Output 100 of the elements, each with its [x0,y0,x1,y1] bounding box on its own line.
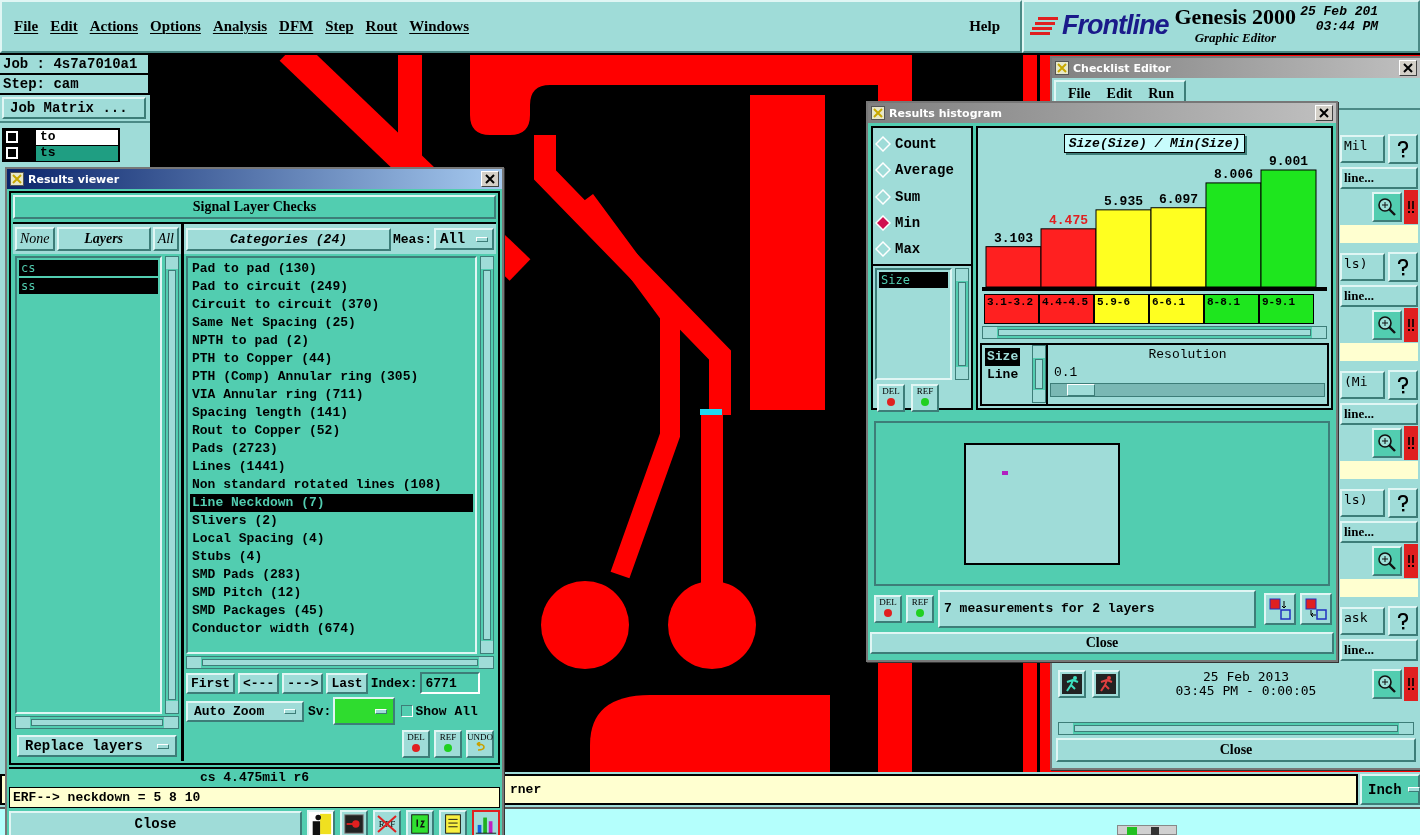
zoom-dropdown[interactable]: Auto Zoom [186,700,304,722]
replace-layers-dropdown[interactable]: Replace layers [17,735,177,757]
all-button[interactable]: All [152,227,179,251]
menu-item[interactable]: File [1068,86,1091,102]
category-item[interactable]: PTH (Comp) Annular ring (305) [190,368,473,386]
layer-item[interactable]: ts [36,145,118,161]
menu-item[interactable]: Rout [363,18,408,35]
line-button[interactable]: line... [1340,403,1418,425]
nav-button[interactable]: <--- [238,672,280,694]
category-item[interactable]: PTH to Copper (44) [190,350,473,368]
category-item[interactable]: Pad to circuit (249) [190,278,473,296]
menu-item[interactable]: Run [1148,86,1174,102]
histogram-bar[interactable] [1205,182,1262,288]
close-button[interactable] [1399,60,1417,76]
category-item[interactable]: VIA Annular ring (711) [190,386,473,404]
show-all-checkbox[interactable]: Show All [401,703,478,719]
category-item[interactable]: Line Neckdown (7) [190,494,473,512]
category-item[interactable]: Same Net Spacing (25) [190,314,473,332]
zoom-button[interactable] [1372,546,1402,576]
nav-button[interactable]: Last [326,672,368,694]
reference-button[interactable]: REF [911,384,939,412]
category-item[interactable]: Lines (1441) [190,458,473,476]
menu-item[interactable]: Windows [407,18,479,35]
severity-dropdown[interactable] [333,697,396,725]
menu-item[interactable]: Edit [48,18,88,35]
menu-item[interactable]: Analysis [210,18,278,35]
menu-item[interactable]: DFM [277,18,324,35]
slider-thumb[interactable] [1067,383,1096,396]
delete-button[interactable]: DEL [877,384,905,412]
undo-button[interactable]: UNDO [466,730,494,758]
category-item[interactable]: Pad to pad (130) [190,260,473,278]
category-item[interactable]: SMD Pads (283) [190,566,473,584]
delete-button[interactable]: DEL [402,730,430,758]
help-button[interactable] [1388,134,1418,164]
field-item[interactable]: Size [985,347,1021,366]
run-button[interactable] [1092,670,1120,698]
menu-item[interactable]: Step [323,18,364,35]
category-item[interactable]: Stubs (4) [190,548,473,566]
zoom-button[interactable] [1372,310,1402,340]
menu-item[interactable]: File [12,18,49,35]
line-button[interactable]: line... [1340,521,1418,543]
layer-item[interactable]: to [36,129,118,145]
job-matrix-button[interactable]: Job Matrix ... [2,97,146,119]
layer-item[interactable]: ss [19,278,158,294]
histogram-bar[interactable] [1095,209,1152,288]
histogram-bar[interactable] [1260,169,1317,288]
category-item[interactable]: Slivers (2) [190,512,473,530]
histogram-bar[interactable] [1150,207,1207,288]
close-button[interactable] [481,171,499,187]
close-button[interactable]: Close [1056,738,1416,762]
none-button[interactable]: None [15,227,55,251]
help-button[interactable] [1388,370,1418,400]
field-item[interactable]: Line [985,365,1029,384]
close-button[interactable]: Close [9,811,302,835]
mode-radio[interactable]: Sum [875,183,969,210]
category-item[interactable]: SMD Packages (45) [190,602,473,620]
line-button[interactable]: line... [1340,167,1418,189]
zoom-button[interactable] [1372,669,1402,699]
category-item[interactable]: Spacing length (141) [190,404,473,422]
line-button[interactable]: line... [1340,639,1418,661]
category-item[interactable]: Rout to Copper (52) [190,422,473,440]
categories-button[interactable]: Categories (24) [186,227,391,251]
line-button[interactable]: line... [1340,285,1418,307]
nav-button[interactable]: ---> [282,672,324,694]
scrollbar[interactable] [186,656,494,669]
mode-radio[interactable]: Max [875,235,969,262]
reference-button[interactable]: REF [906,595,934,623]
category-item[interactable]: SMD Pitch (12) [190,584,473,602]
category-item[interactable]: Circuit to circuit (370) [190,296,473,314]
mode-radio[interactable]: Min [875,209,969,236]
layer-item[interactable]: cs [19,260,158,276]
help-button[interactable] [1388,252,1418,282]
scrollbar[interactable] [15,716,179,729]
mode-radio[interactable]: Average [875,157,969,184]
menu-item[interactable]: Options [148,18,211,35]
zoom-button[interactable] [1372,192,1402,222]
close-button[interactable] [1315,105,1333,121]
category-item[interactable]: Pads (2723) [190,440,473,458]
check-set-button[interactable]: Signal Layer Checks [13,195,496,219]
scrollbar[interactable] [480,256,494,654]
menu-item[interactable]: Help [967,18,1010,35]
scrollbar[interactable] [1058,722,1414,735]
mode-radio[interactable]: Count [875,131,969,158]
reference-button[interactable]: REF [434,730,462,758]
menu-item[interactable]: Edit [1106,86,1133,102]
menu-item[interactable]: Actions [87,18,148,35]
help-button[interactable] [1388,606,1418,636]
scrollbar[interactable] [982,326,1327,339]
zoom-button[interactable] [1372,428,1402,458]
scrollbar[interactable] [1032,344,1046,403]
meas-dropdown[interactable]: All [434,228,494,250]
help-button[interactable] [1388,488,1418,518]
field-item[interactable]: Size [879,272,948,288]
unit-dropdown[interactable]: Inch [1360,774,1420,805]
scrollbar[interactable] [165,256,179,714]
index-field[interactable]: 6771 [420,672,481,694]
category-item[interactable]: Local Spacing (4) [190,530,473,548]
category-item[interactable]: NPTH to pad (2) [190,332,473,350]
category-item[interactable]: Non standard rotated lines (108) [190,476,473,494]
category-item[interactable]: Conductor width (674) [190,620,473,638]
